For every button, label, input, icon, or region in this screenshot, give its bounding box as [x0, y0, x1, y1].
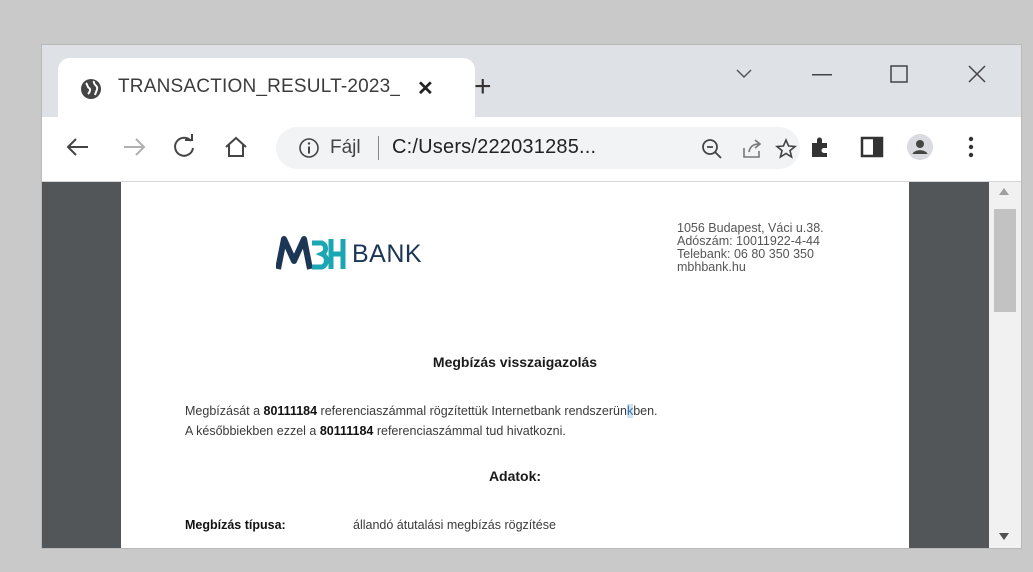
text-span: referenciaszámmal tud hivatkozni. [373, 424, 566, 438]
info-icon[interactable] [298, 137, 320, 159]
scroll-up-arrow-icon[interactable] [999, 188, 1009, 195]
scheme-label: Fájl [330, 137, 361, 158]
zoom-out-icon[interactable] [700, 137, 724, 161]
field-label-order-type: Megbízás típusa: [185, 518, 286, 532]
address-bar[interactable]: Fájl C:/Users/222031285... [276, 127, 800, 169]
share-icon[interactable] [740, 137, 764, 161]
tab-strip: TRANSACTION_RESULT-2023_03 ✕ + [42, 45, 1021, 117]
document-title: Megbízás visszaigazolás [432, 354, 598, 370]
side-panel-icon[interactable] [858, 133, 886, 161]
reference-number: 80111184 [319, 424, 374, 438]
reload-icon[interactable] [170, 133, 198, 161]
profile-avatar-icon[interactable] [906, 133, 934, 161]
tab-close-icon[interactable]: ✕ [417, 76, 434, 101]
field-value-order-type: állandó átutalási megbízás rögzítése [353, 518, 556, 532]
browser-window: TRANSACTION_RESULT-2023_03 ✕ + Fájl C:/U… [42, 45, 1021, 548]
confirmation-line-1: Megbízását a 80111184 referenciaszámmal … [185, 401, 658, 421]
home-icon[interactable] [222, 133, 250, 161]
confirmation-line-2: A későbbiekben ezzel a 80111184 referenc… [185, 421, 658, 441]
bank-address-block: 1056 Budapest, Váci u.38. Adószám: 10011… [677, 222, 824, 274]
section-title-adatok: Adatok: [488, 468, 542, 484]
minimize-icon[interactable] [812, 73, 832, 77]
forward-icon[interactable] [120, 133, 148, 161]
chevron-down-icon[interactable] [736, 69, 752, 79]
globe-icon [81, 79, 101, 99]
extensions-icon[interactable] [806, 133, 834, 161]
document-page: BANK 1056 Budapest, Váci u.38. Adószám: … [121, 182, 909, 548]
pdf-viewer: BANK 1056 Budapest, Váci u.38. Adószám: … [42, 182, 1021, 548]
scrollbar-thumb[interactable] [994, 209, 1016, 312]
more-menu-icon[interactable] [957, 133, 985, 161]
vertical-scrollbar[interactable] [989, 182, 1021, 548]
new-tab-button[interactable]: + [474, 72, 492, 102]
text-span: Megbízását a [185, 404, 264, 418]
url-text[interactable]: C:/Users/222031285... [392, 136, 596, 159]
text-span: A későbbiekben ezzel a [185, 424, 320, 438]
address-separator [378, 136, 379, 160]
bookmark-star-icon[interactable] [774, 137, 798, 161]
website-line: mbhbank.hu [677, 260, 746, 274]
mbh-logo-mark [276, 236, 346, 270]
logo-text: BANK [352, 240, 423, 268]
browser-tab[interactable]: TRANSACTION_RESULT-2023_03 ✕ [58, 58, 475, 117]
scroll-down-arrow-icon[interactable] [999, 533, 1009, 540]
tab-title: TRANSACTION_RESULT-2023_03 [118, 76, 400, 97]
text-span: referenciaszámmal rögzítettük Internetba… [317, 404, 627, 418]
text-span: ben. [633, 404, 658, 418]
confirmation-paragraph: Megbízását a 80111184 referenciaszámmal … [185, 401, 658, 441]
back-icon[interactable] [64, 133, 92, 161]
maximize-icon[interactable] [890, 65, 908, 83]
browser-toolbar: Fájl C:/Users/222031285... [42, 117, 1021, 182]
reference-number: 80111184 [263, 404, 318, 418]
close-icon[interactable] [968, 65, 986, 83]
